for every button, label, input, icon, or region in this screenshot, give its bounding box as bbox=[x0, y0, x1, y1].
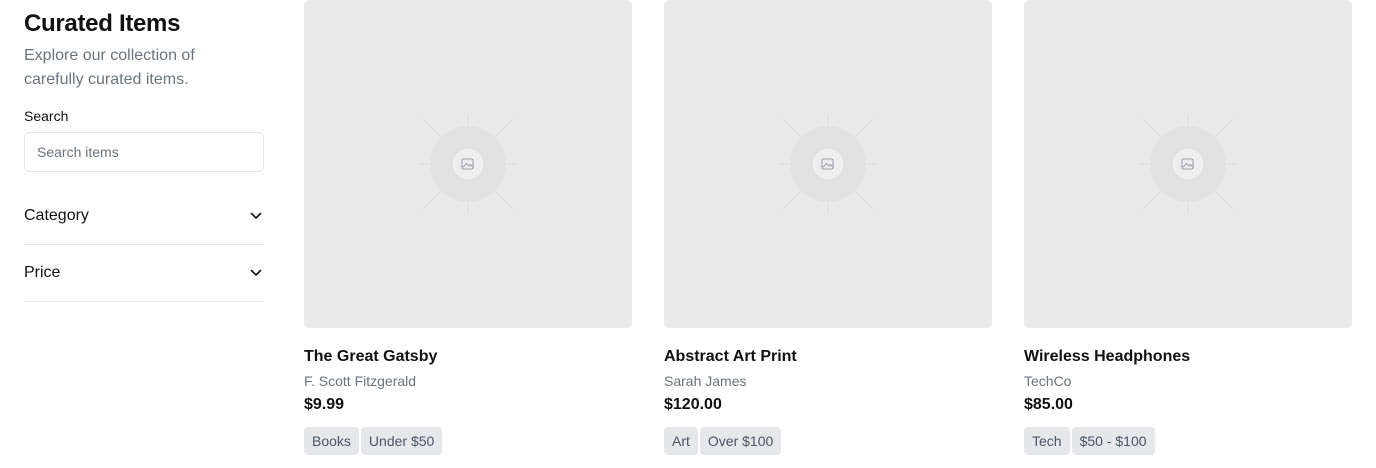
item-title[interactable]: The Great Gatsby bbox=[304, 347, 632, 367]
tag-badge: Under $50 bbox=[360, 427, 443, 455]
page-title: Curated Items bbox=[24, 10, 181, 37]
item-tags: Tech $50 - $100 bbox=[1024, 427, 1352, 455]
page-subtitle: Explore our collection of carefully cura… bbox=[24, 47, 195, 88]
tag-badge: $50 - $100 bbox=[1071, 427, 1155, 455]
tag-badge: Art bbox=[664, 427, 698, 455]
tag-badge: Tech bbox=[1024, 427, 1070, 455]
item-price: $85.00 bbox=[1024, 396, 1073, 413]
tag-badge: Books bbox=[304, 427, 359, 455]
image-placeholder-icon bbox=[418, 114, 518, 214]
image-placeholder-icon bbox=[1138, 114, 1238, 214]
sidebar: Curated Items Explore our collection of … bbox=[24, 0, 264, 302]
item-price: $9.99 bbox=[304, 396, 345, 413]
item-tags: Books Under $50 bbox=[304, 427, 632, 455]
item-card[interactable]: The Great Gatsby F. Scott Fitzgerald $9.… bbox=[304, 0, 632, 455]
item-title[interactable]: Abstract Art Print bbox=[664, 347, 992, 367]
item-card[interactable]: Abstract Art Print Sarah James $120.00 A… bbox=[664, 0, 992, 455]
item-author: Sarah James bbox=[664, 373, 747, 389]
chevron-down-icon bbox=[248, 208, 264, 224]
item-image[interactable] bbox=[664, 0, 992, 328]
chevron-down-icon bbox=[248, 265, 264, 281]
item-price: $120.00 bbox=[664, 396, 722, 413]
item-author: TechCo bbox=[1024, 373, 1072, 389]
item-image[interactable] bbox=[304, 0, 632, 328]
filter-price[interactable]: Price bbox=[24, 245, 264, 302]
item-card[interactable]: Wireless Headphones TechCo $85.00 Tech $… bbox=[1024, 0, 1352, 455]
filter-category[interactable]: Category bbox=[24, 188, 264, 245]
search-input[interactable] bbox=[24, 132, 264, 172]
filter-category-label: Category bbox=[24, 207, 89, 224]
item-author: F. Scott Fitzgerald bbox=[304, 373, 417, 389]
tag-badge: Over $100 bbox=[699, 427, 782, 455]
item-title[interactable]: Wireless Headphones bbox=[1024, 347, 1352, 367]
image-placeholder-icon bbox=[778, 114, 878, 214]
search-label: Search bbox=[24, 108, 69, 124]
filter-price-label: Price bbox=[24, 264, 61, 281]
item-tags: Art Over $100 bbox=[664, 427, 992, 455]
item-image[interactable] bbox=[1024, 0, 1352, 328]
